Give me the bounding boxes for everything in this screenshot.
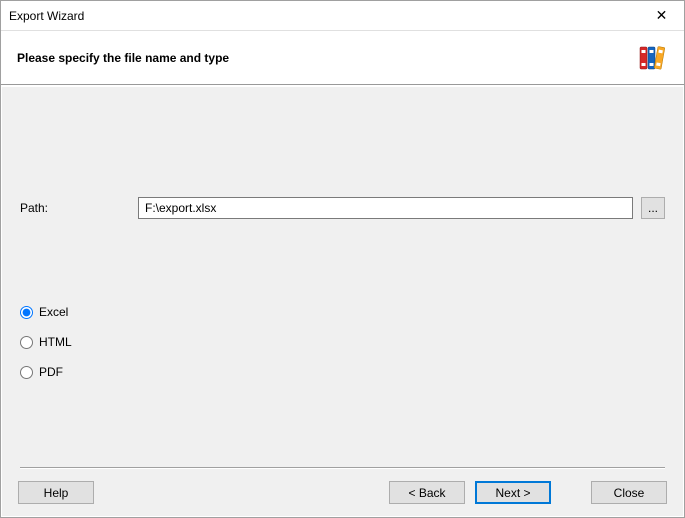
titlebar: Export Wizard ✕ bbox=[1, 1, 684, 31]
next-label: Next > bbox=[495, 486, 530, 500]
help-label: Help bbox=[44, 486, 69, 500]
window-title: Export Wizard bbox=[9, 9, 639, 23]
radio-excel-label[interactable]: Excel bbox=[39, 305, 68, 319]
close-icon[interactable]: ✕ bbox=[639, 1, 684, 31]
back-button[interactable]: < Back bbox=[389, 481, 465, 504]
path-label: Path: bbox=[20, 201, 138, 215]
path-row: Path: ... bbox=[20, 197, 665, 219]
help-button[interactable]: Help bbox=[18, 481, 94, 504]
close-glyph: ✕ bbox=[656, 7, 668, 24]
next-button[interactable]: Next > bbox=[475, 481, 551, 504]
radio-html-input[interactable] bbox=[20, 336, 33, 349]
path-input[interactable] bbox=[138, 197, 633, 219]
radio-excel-input[interactable] bbox=[20, 306, 33, 319]
radio-html-label[interactable]: HTML bbox=[39, 335, 72, 349]
back-label: < Back bbox=[408, 486, 445, 500]
close-button[interactable]: Close bbox=[591, 481, 667, 504]
radio-excel[interactable]: Excel bbox=[20, 305, 72, 319]
footer: Help < Back Next > Close bbox=[2, 469, 683, 516]
browse-button[interactable]: ... bbox=[641, 197, 665, 219]
radio-pdf[interactable]: PDF bbox=[20, 365, 72, 379]
wizard-header: Please specify the file name and type bbox=[1, 31, 684, 85]
books-icon bbox=[638, 43, 668, 73]
radio-pdf-input[interactable] bbox=[20, 366, 33, 379]
browse-label: ... bbox=[648, 202, 658, 214]
format-radio-group: Excel HTML PDF bbox=[20, 305, 72, 395]
content-area: Path: ... Excel HTML PDF bbox=[2, 86, 683, 469]
radio-pdf-label[interactable]: PDF bbox=[39, 365, 63, 379]
page-title: Please specify the file name and type bbox=[17, 51, 638, 65]
radio-html[interactable]: HTML bbox=[20, 335, 72, 349]
close-label: Close bbox=[614, 486, 645, 500]
